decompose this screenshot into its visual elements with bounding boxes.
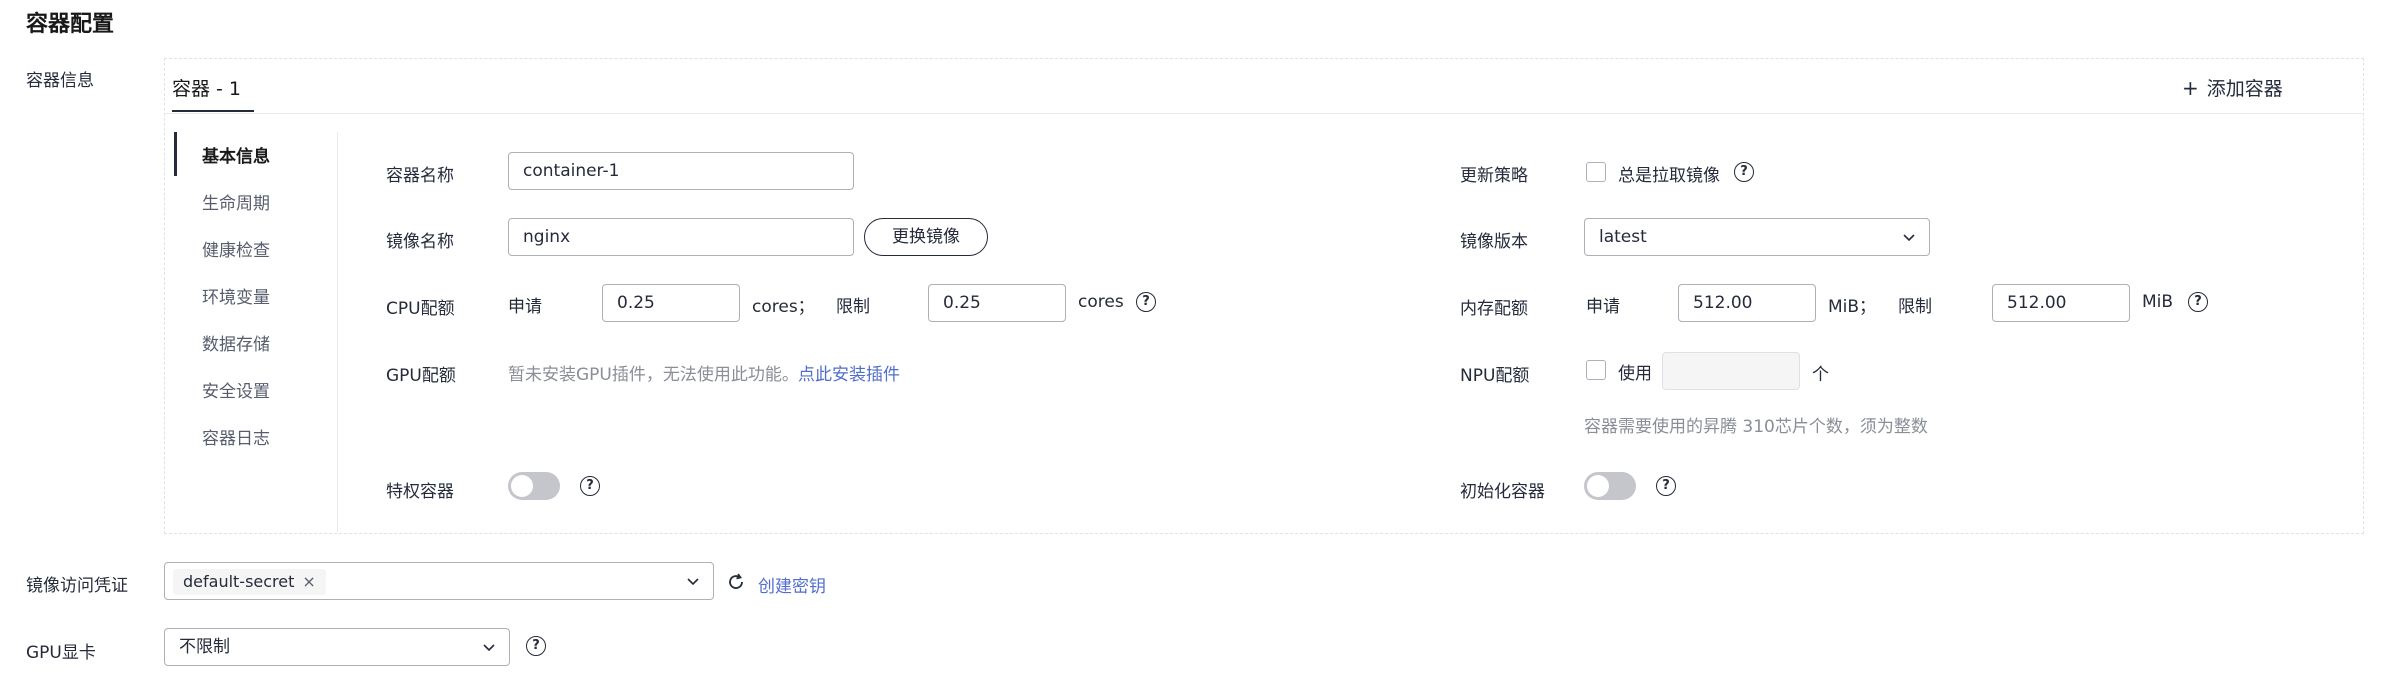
gpu-card-select[interactable]: 不限制 — [164, 628, 510, 666]
memory-request-label: 申请 — [1586, 297, 1620, 317]
image-version-select[interactable]: latest — [1584, 218, 1930, 256]
npu-use-checkbox[interactable] — [1586, 360, 1606, 380]
image-credential-label: 镜像访问凭证 — [26, 576, 128, 596]
side-nav-security[interactable]: 安全设置 — [202, 377, 270, 402]
update-policy-label: 更新策略 — [1460, 166, 1528, 186]
chevron-down-icon — [687, 578, 699, 586]
npu-quota-label: NPU配额 — [1460, 366, 1530, 386]
install-gpu-plugin-link[interactable]: 点此安装插件 — [798, 360, 900, 385]
memory-quota-label: 内存配额 — [1460, 299, 1528, 319]
image-credential-select[interactable]: default-secret × — [164, 562, 714, 600]
init-container-toggle[interactable] — [1584, 472, 1636, 500]
gpu-quota-label: GPU配额 — [386, 366, 456, 386]
cpu-limit-input[interactable]: 0.25 — [928, 284, 1066, 322]
side-nav-env-vars[interactable]: 环境变量 — [202, 283, 270, 308]
npu-hint: 容器需要使用的昇腾 310芯片个数，须为整数 — [1584, 417, 1928, 437]
cpu-request-input[interactable]: 0.25 — [602, 284, 740, 322]
always-pull-image-label: 总是拉取镜像 — [1618, 166, 1720, 186]
container-tabbar — [164, 58, 2364, 114]
always-pull-image-checkbox[interactable] — [1586, 162, 1606, 182]
tab-container-1[interactable]: 容器 - 1 — [172, 74, 241, 101]
cpu-limit-unit: cores — [1078, 292, 1124, 312]
image-version-value: latest — [1599, 227, 1647, 247]
container-info-label: 容器信息 — [26, 71, 94, 91]
add-container-button[interactable]: + 添加容器 — [2182, 74, 2283, 101]
gpu-quota-message: 暂未安装GPU插件，无法使用此功能。 — [508, 365, 799, 385]
privileged-help-icon[interactable]: ? — [580, 476, 600, 496]
add-container-label: 添加容器 — [2206, 78, 2283, 100]
cpu-help-icon[interactable]: ? — [1136, 292, 1156, 312]
gpu-card-help-icon[interactable]: ? — [526, 636, 546, 656]
side-nav-lifecycle[interactable]: 生命周期 — [202, 189, 270, 214]
chevron-down-icon — [483, 644, 495, 652]
npu-unit: 个 — [1812, 365, 1829, 385]
image-version-label: 镜像版本 — [1460, 232, 1528, 252]
side-nav-container-logs[interactable]: 容器日志 — [202, 424, 270, 449]
credential-tag-label: default-secret — [183, 572, 295, 591]
privileged-container-label: 特权容器 — [386, 482, 454, 502]
gpu-card-label: GPU显卡 — [26, 643, 96, 663]
image-name-label: 镜像名称 — [386, 232, 454, 252]
replace-image-button[interactable]: 更换镜像 — [864, 218, 988, 256]
chevron-down-icon — [1903, 234, 1915, 242]
npu-use-label: 使用 — [1618, 364, 1652, 384]
plus-icon: + — [2182, 76, 2199, 100]
cpu-limit-label: 限制 — [836, 297, 870, 317]
cpu-quota-label: CPU配额 — [386, 299, 455, 319]
memory-request-unit: MiB； — [1828, 297, 1877, 317]
refresh-icon[interactable] — [726, 572, 746, 592]
side-nav-active-indicator — [174, 132, 177, 176]
section-title: 容器配置 — [26, 12, 115, 37]
side-nav-health-check[interactable]: 健康检查 — [202, 236, 270, 261]
update-policy-help-icon[interactable]: ? — [1734, 162, 1754, 182]
cpu-request-unit: cores； — [752, 297, 815, 317]
memory-request-input[interactable]: 512.00 — [1678, 284, 1816, 322]
create-secret-link[interactable]: 创建密钥 — [758, 572, 826, 597]
close-icon[interactable]: × — [302, 572, 315, 591]
container-name-input[interactable]: container-1 — [508, 152, 854, 190]
privileged-container-toggle[interactable] — [508, 472, 560, 500]
memory-help-icon[interactable]: ? — [2188, 292, 2208, 312]
memory-limit-label: 限制 — [1898, 297, 1932, 317]
side-nav-basic-info[interactable]: 基本信息 — [202, 142, 270, 167]
image-name-input[interactable]: nginx — [508, 218, 854, 256]
cpu-request-label: 申请 — [508, 297, 542, 317]
npu-count-input[interactable] — [1662, 352, 1800, 390]
init-container-help-icon[interactable]: ? — [1656, 476, 1676, 496]
memory-limit-unit: MiB — [2142, 292, 2174, 312]
side-nav-data-storage[interactable]: 数据存储 — [202, 330, 270, 355]
memory-limit-input[interactable]: 512.00 — [1992, 284, 2130, 322]
container-name-label: 容器名称 — [386, 166, 454, 186]
container-side-nav: 基本信息 生命周期 健康检查 环境变量 数据存储 安全设置 容器日志 — [174, 132, 338, 532]
init-container-label: 初始化容器 — [1460, 482, 1545, 502]
credential-tag: default-secret × — [173, 569, 326, 595]
gpu-card-value: 不限制 — [179, 637, 230, 657]
tab-active-underline — [172, 110, 254, 112]
